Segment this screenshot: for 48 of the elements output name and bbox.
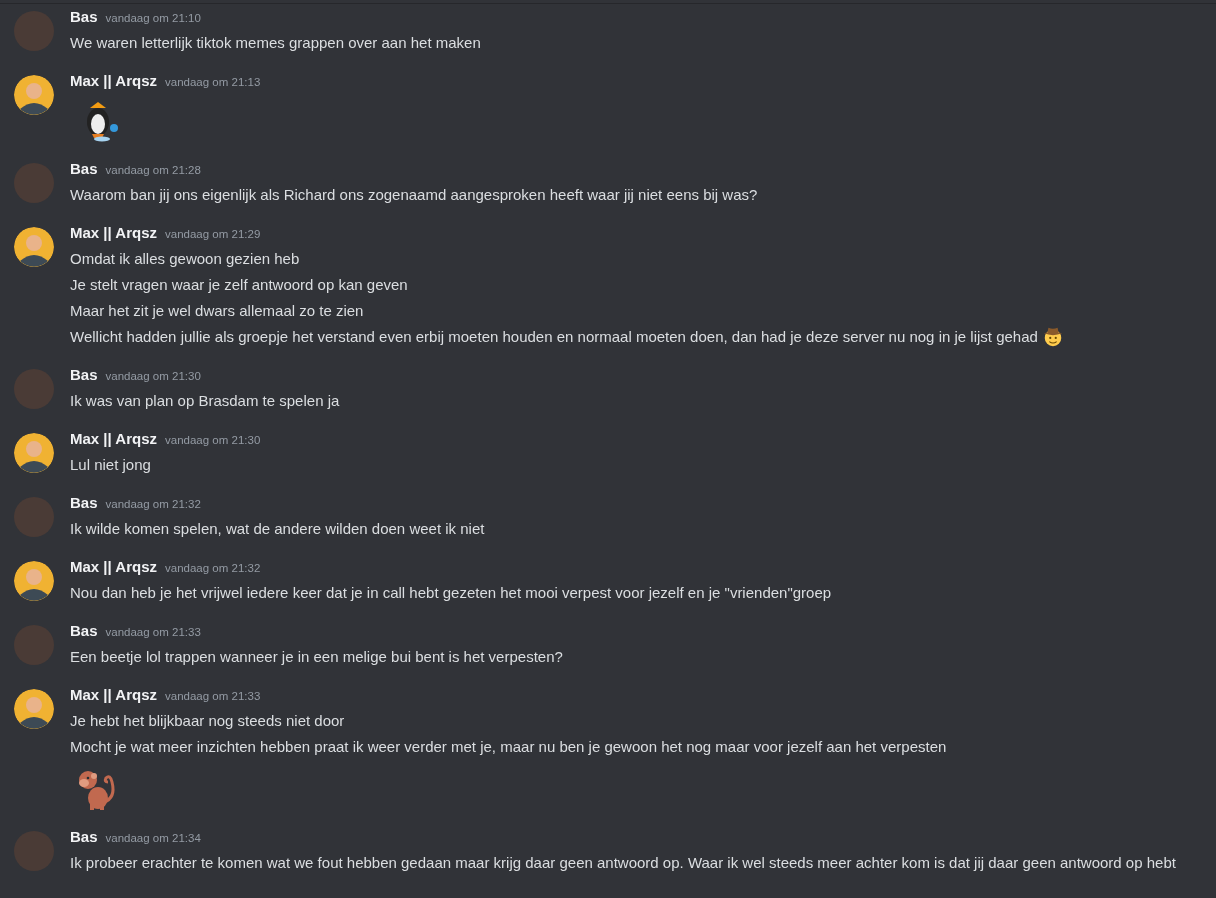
avatar-icon[interactable] [14, 227, 54, 267]
timestamp: vandaag om 21:29 [165, 227, 261, 242]
message-text: Mocht je wat meer inzichten hebben praat ik weer verder met je, maar nu ben je gewoon het nog maar voor jezelf aan het verpesten [70, 737, 947, 757]
message-text: Je hebt het blijkbaar nog steeds niet door [70, 711, 345, 731]
username[interactable]: Bas [70, 492, 98, 514]
timestamp: vandaag om 21:30 [165, 433, 261, 448]
message-text: Wellicht hadden jullie als groepje het verstand even erbij moeten houden en normaal moeten doen, dan had je deze server nu nog in je lijst gehad [70, 327, 1038, 347]
message-text: We waren letterlijk tiktok memes grappen over aan het maken [70, 33, 481, 53]
timestamp: vandaag om 21:32 [105, 497, 201, 512]
username[interactable]: Bas [70, 620, 98, 642]
timestamp: vandaag om 21:33 [165, 689, 261, 704]
timestamp: vandaag om 21:32 [165, 561, 261, 576]
timestamp: vandaag om 21:33 [105, 625, 201, 640]
username[interactable]: Max || Arqsz [70, 222, 158, 244]
username[interactable]: Bas [70, 6, 98, 28]
message-text: Nou dan heb je het vrijwel iedere keer dat je in call hebt gezeten het mooi verpest voor jezelf en je "vrienden"groep [70, 583, 832, 603]
message-text: Een beetje lol trappen wanneer je in een melige bui bent is het verpesten? [70, 647, 563, 667]
timestamp: vandaag om 21:10 [105, 11, 201, 26]
message-text: Je stelt vragen waar je zelf antwoord op kan geven [70, 275, 408, 295]
message-text: Ik wilde komen spelen, wat de andere wilden doen weet ik niet [70, 519, 485, 539]
username[interactable]: Bas [70, 158, 98, 180]
avatar-icon[interactable] [14, 75, 54, 115]
photo-placeholder [14, 625, 54, 665]
photo-placeholder [14, 831, 54, 871]
photo-placeholder [14, 497, 54, 537]
message-text: Ik probeer erachter te komen wat we fout hebben gedaan maar krijg daar geen antwoord op. Waar ik wel steeds meer achter kom is dat jij daar geen antwoord op hebt [70, 853, 1176, 873]
timestamp: vandaag om 21:34 [105, 831, 201, 846]
timestamp: vandaag om 21:30 [105, 369, 201, 384]
username[interactable]: Max || Arqsz [70, 684, 158, 706]
username[interactable]: Max || Arqsz [70, 70, 158, 92]
avatar-icon[interactable] [14, 561, 54, 601]
message-text: Lul niet jong [70, 455, 151, 475]
message-text: Ik was van plan op Brasdam te spelen ja [70, 391, 340, 411]
username[interactable]: Bas [70, 364, 98, 386]
message-text: Maar het zit je wel dwars allemaal zo te zien [70, 301, 364, 321]
timestamp: vandaag om 21:13 [165, 75, 261, 90]
message-text: Omdat ik alles gewoon gezien heb [70, 249, 300, 269]
photo-placeholder [14, 163, 54, 203]
avatar-icon[interactable] [14, 433, 54, 473]
timestamp: vandaag om 21:28 [105, 163, 201, 178]
photo-placeholder [14, 369, 54, 409]
username[interactable]: Max || Arqsz [70, 428, 158, 450]
username[interactable]: Bas [70, 826, 98, 848]
avatar-icon[interactable] [14, 689, 54, 729]
message-text: Waarom ban jij ons eigenlijk als Richard ons zogenaamd aangesproken heeft waar jij niet eens bij was? [70, 185, 758, 205]
photo-placeholder [14, 11, 54, 51]
cowboy-emoji-icon [1041, 326, 1064, 348]
username[interactable]: Max || Arqsz [70, 556, 158, 578]
